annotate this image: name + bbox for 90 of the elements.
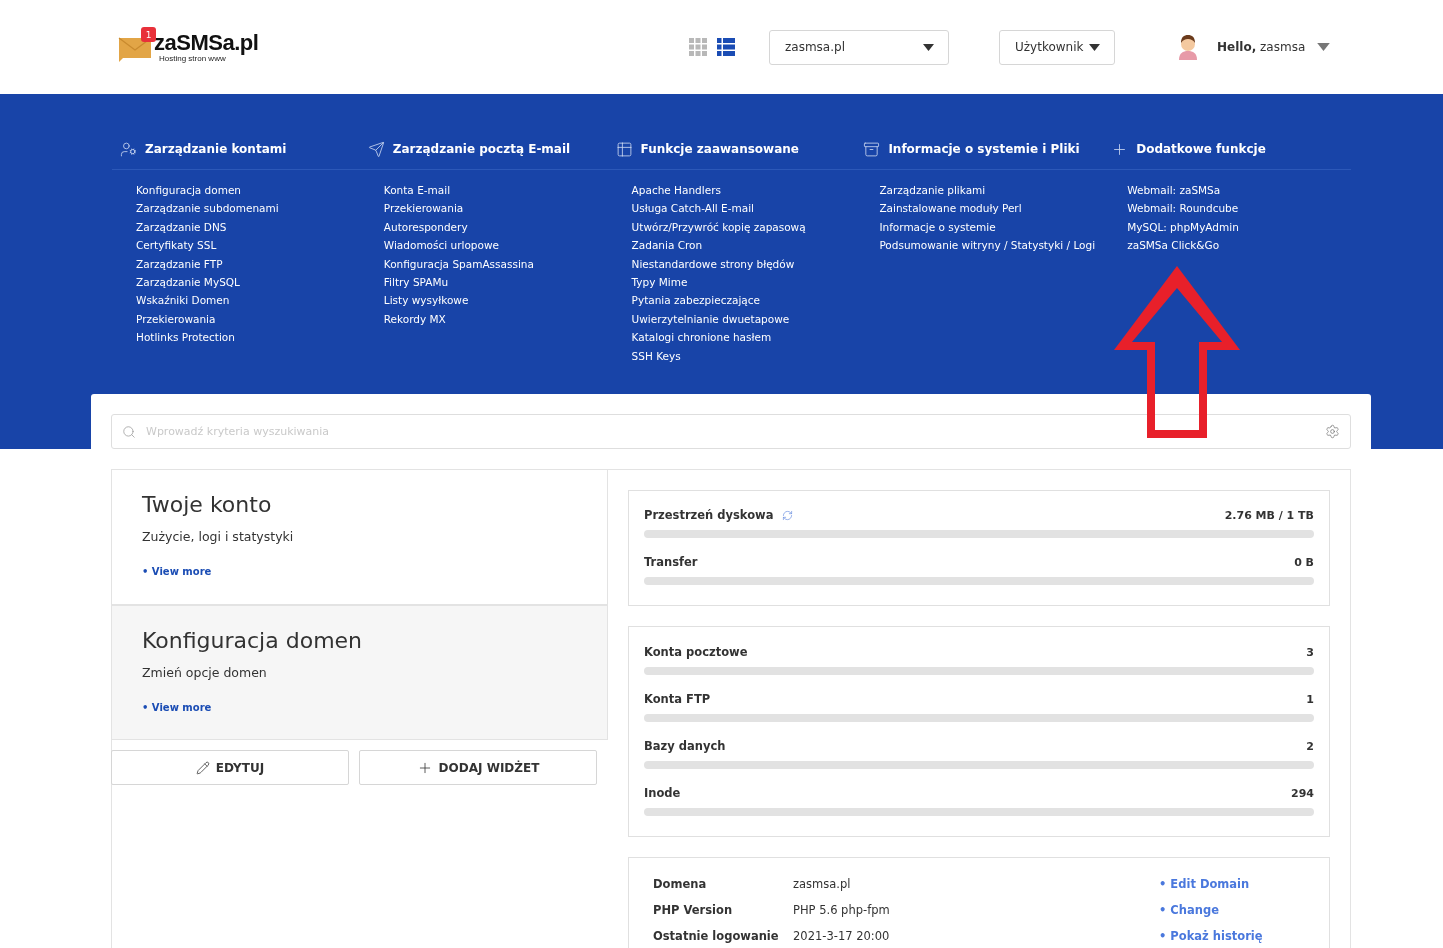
view-more-link[interactable]: • View more	[142, 566, 212, 577]
view-more-link[interactable]: • View more	[142, 702, 212, 713]
menu-link[interactable]: Webmail: Roundcube	[1127, 199, 1351, 218]
caret-icon	[923, 43, 934, 51]
menu-link[interactable]: Podsumowanie witryny / Statystyki / Logi	[879, 236, 1104, 255]
menu-link[interactable]: Autorespondery	[383, 217, 608, 237]
widget-title: Twoje konto	[142, 492, 273, 517]
info-value: zasmsa.pl	[793, 877, 852, 891]
menu-link[interactable]: Rekordy MX	[383, 309, 608, 329]
logo-text: zaSMSa.pl	[154, 32, 259, 54]
menu-link[interactable]: Usługa Catch-All E-mail	[631, 199, 856, 218]
menu-link[interactable]: Zarządzanie DNS	[136, 217, 360, 237]
logo-tagline: Hosting stron www	[159, 54, 226, 63]
list-view-button[interactable]	[717, 38, 735, 56]
info-value: 2021-3-17 20:00	[793, 929, 891, 943]
stat-value: 2.76 MB / 1 TB	[1224, 508, 1314, 522]
add-widget-button[interactable]: DODAJ WIDŻET	[359, 750, 597, 785]
menu-link[interactable]: Przekierowania	[383, 199, 608, 218]
menu-link[interactable]: Przekierowania	[136, 309, 360, 329]
stat-label: Inode	[644, 786, 681, 800]
menu-link[interactable]: Listy wysyłkowe	[383, 291, 608, 310]
menu-link[interactable]: Wskaźniki Domen	[136, 291, 360, 310]
menu-heading: Funkcje zaawansowane	[640, 142, 799, 156]
menu-link[interactable]: Konfiguracja SpamAssassina	[383, 254, 608, 274]
info-value: PHP 5.6 php-fpm	[793, 903, 891, 917]
widget-card[interactable]: Konfiguracja domen Zmień opcje domen • View more	[112, 605, 608, 740]
table-icon	[615, 140, 633, 158]
menu-link[interactable]: Zarządzanie MySQL	[136, 273, 360, 292]
user-greeting[interactable]: Hello, zasmsa	[1217, 40, 1306, 54]
stat-label: Konta pocztowe	[644, 645, 748, 659]
stat-label: Konta FTP	[644, 692, 711, 706]
search-icon	[122, 424, 136, 439]
widget-subtitle: Zmień opcje domen	[142, 665, 268, 680]
menu-link[interactable]: Informacje o systemie	[879, 217, 1104, 237]
menu-link[interactable]: Pytania zabezpieczające	[631, 291, 856, 310]
stat-value: 0 B	[1294, 555, 1314, 569]
refresh-icon[interactable]	[781, 509, 793, 521]
caret-icon[interactable]	[1317, 43, 1331, 51]
menu-heading: Zarządzanie kontami	[145, 142, 287, 156]
pencil-icon	[195, 760, 210, 775]
edit-button[interactable]: EDYTUJ	[111, 750, 349, 785]
menu-link[interactable]: zaSMSa Click&Go	[1127, 236, 1351, 255]
paper-plane-icon	[367, 140, 385, 158]
menu-heading: Dodatkowe funkcje	[1136, 142, 1266, 156]
menu-link[interactable]: Zadania Cron	[631, 236, 856, 255]
info-label: Ostatnie logowanie	[653, 929, 780, 943]
menu-link[interactable]: Uwierzytelnianie dwuetapowe	[631, 309, 856, 329]
menu-link[interactable]: Zarządzanie subdomenami	[136, 199, 360, 218]
stat-value: 1	[1306, 692, 1314, 706]
stat-value: 2	[1306, 739, 1314, 753]
stat-label: Bazy danych	[644, 739, 726, 753]
stat-value: 3	[1306, 645, 1314, 659]
menu-link[interactable]: SSH Keys	[631, 346, 856, 366]
info-link[interactable]: • Pokaż historię	[1159, 929, 1305, 943]
menu-link[interactable]: Webmail: zaSMSa	[1127, 181, 1351, 200]
menu-link[interactable]: Hotlinks Protection	[136, 328, 360, 347]
menu-link[interactable]: Konta E-mail	[383, 181, 608, 200]
menu-link[interactable]: Zarządzanie FTP	[136, 254, 360, 274]
menu-link[interactable]: Typy Mime	[631, 273, 856, 292]
info-link[interactable]: • Edit Domain	[1159, 877, 1305, 891]
menu-link[interactable]: Zainstalowane moduły Perl	[879, 199, 1104, 218]
grid-view-button[interactable]	[689, 38, 707, 56]
stat-label: Transfer	[644, 555, 698, 569]
stat-label: Przestrzeń dyskowa	[644, 508, 774, 522]
drawer-icon	[863, 140, 881, 158]
notification-badge: 1	[141, 27, 156, 42]
menu-link[interactable]: Konfiguracja domen	[136, 181, 360, 200]
role-select[interactable]: Użytkownik	[999, 29, 1115, 65]
info-label: Domena	[653, 877, 708, 891]
widget-title: Konfiguracja domen	[142, 628, 364, 653]
widget-subtitle: Zużycie, logi i statystyki	[142, 529, 295, 544]
menu-heading: Informacje o systemie i Pliki	[888, 142, 1080, 156]
menu-link[interactable]: MySQL: phpMyAdmin	[1127, 217, 1351, 237]
menu-link[interactable]: Wiadomości urlopowe	[383, 236, 608, 255]
menu-link[interactable]: Filtry SPAMu	[383, 273, 608, 292]
info-label: PHP Version	[653, 903, 734, 917]
caret-icon	[1089, 43, 1100, 51]
menu-link[interactable]: Certyfikaty SSL	[136, 236, 360, 255]
user-gear-icon	[120, 140, 137, 158]
menu-link[interactable]: Katalogi chronione hasłem	[631, 328, 856, 347]
stat-value: 294	[1291, 786, 1314, 800]
menu-link[interactable]: Zarządzanie plikami	[879, 181, 1104, 200]
menu-link[interactable]: Niestandardowe strony błędów	[631, 254, 856, 274]
widget-card[interactable]: Twoje konto Zużycie, logi i statystyki • View more	[112, 470, 608, 605]
settings-icon[interactable]	[1325, 424, 1340, 439]
menu-link[interactable]: Utwórz/Przywróć kopię zapasową	[631, 217, 856, 237]
info-link[interactable]: • Change	[1159, 903, 1305, 917]
menu-heading: Zarządzanie pocztą E-mail	[392, 142, 571, 156]
domain-select[interactable]: zasmsa.pl	[769, 29, 949, 65]
menu-link[interactable]: Apache Handlers	[631, 181, 856, 200]
